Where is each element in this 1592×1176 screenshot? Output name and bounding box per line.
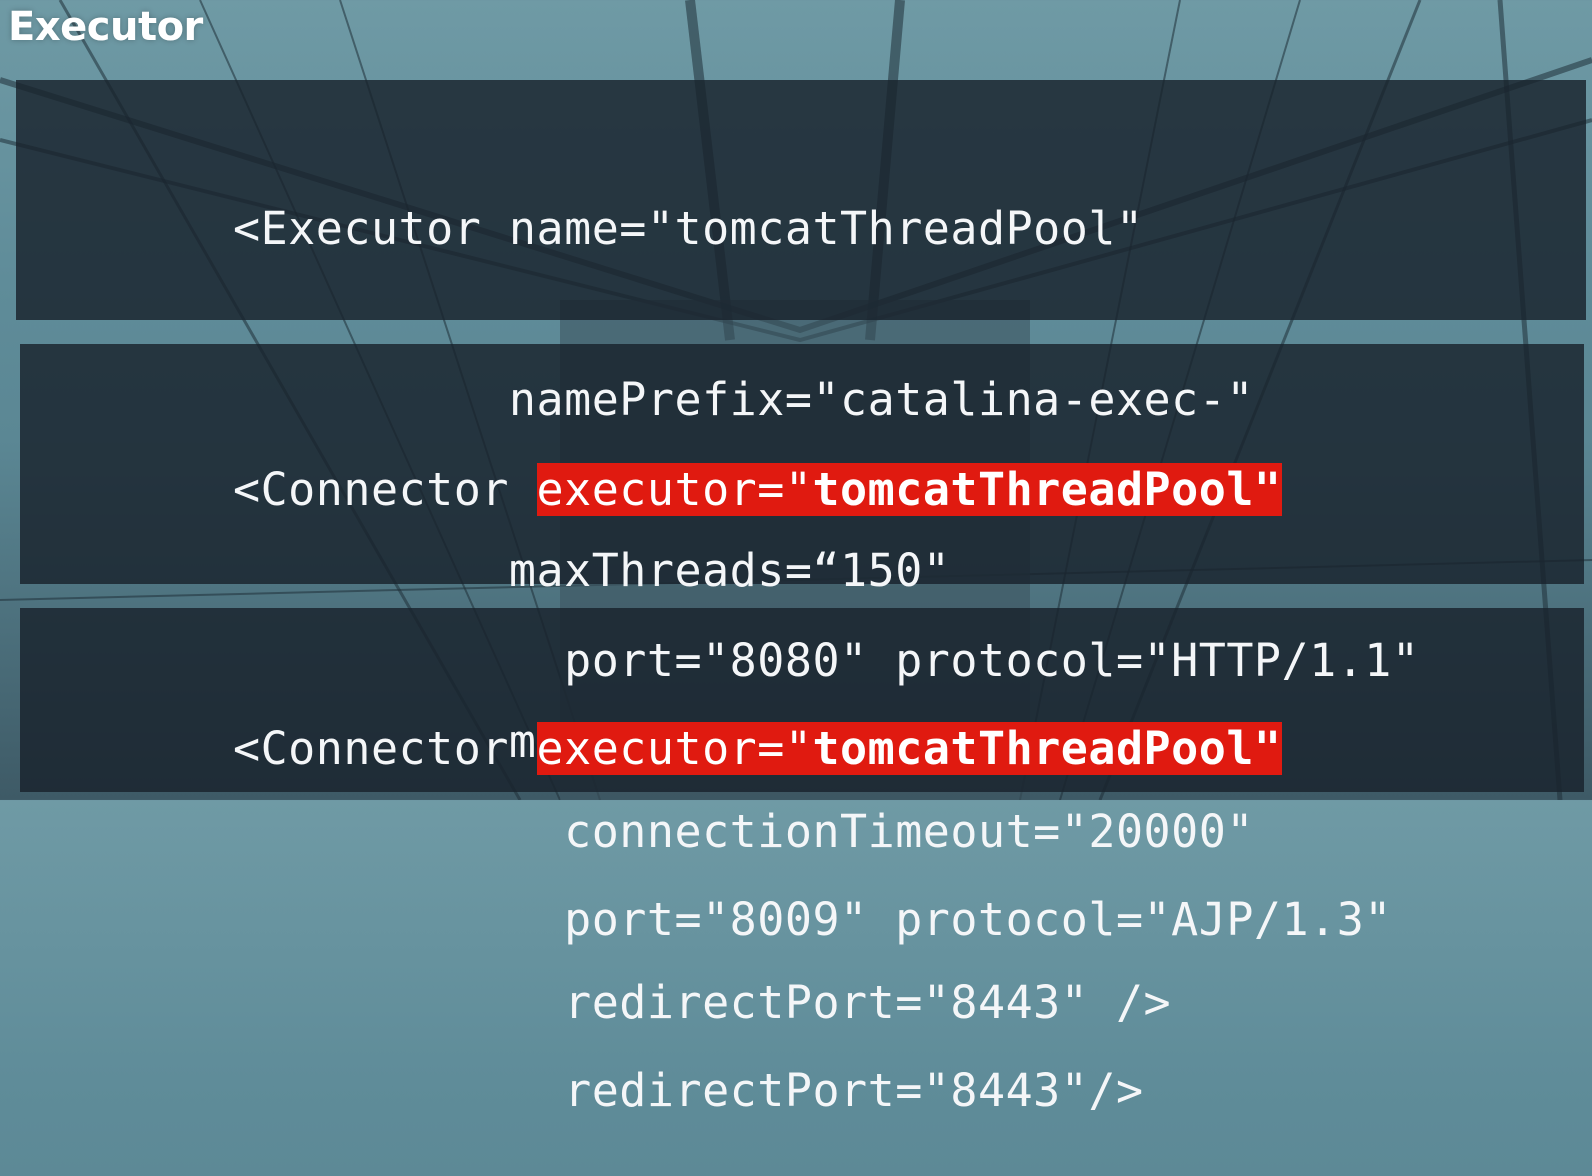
- code-line: <Connector executor="tomcatThreadPool": [233, 461, 1419, 518]
- ajp-connector-code-block: <Connector executor="tomcatThreadPool" p…: [233, 606, 1392, 1176]
- executor-attr-highlight: executor="tomcatThreadPool": [536, 463, 1282, 516]
- code-line: port="8009" protocol="AJP/1.3": [233, 893, 1392, 946]
- connector-open-tag: <Connector: [233, 722, 537, 775]
- page-title: Executor: [8, 4, 203, 50]
- code-line: <Connector executor="tomcatThreadPool": [233, 720, 1392, 777]
- code-line: redirectPort="8443"/>: [233, 1064, 1144, 1117]
- executor-attr-name: executor=": [536, 463, 813, 516]
- executor-attr-highlight: executor="tomcatThreadPool": [536, 722, 1282, 775]
- executor-attr-value: tomcatThreadPool": [812, 722, 1282, 775]
- executor-attr-name: executor=": [536, 722, 813, 775]
- executor-attr-value: tomcatThreadPool": [812, 463, 1282, 516]
- connector-open-tag: <Connector: [233, 463, 537, 516]
- code-line: <Executor name="tomcatThreadPool": [233, 202, 1144, 255]
